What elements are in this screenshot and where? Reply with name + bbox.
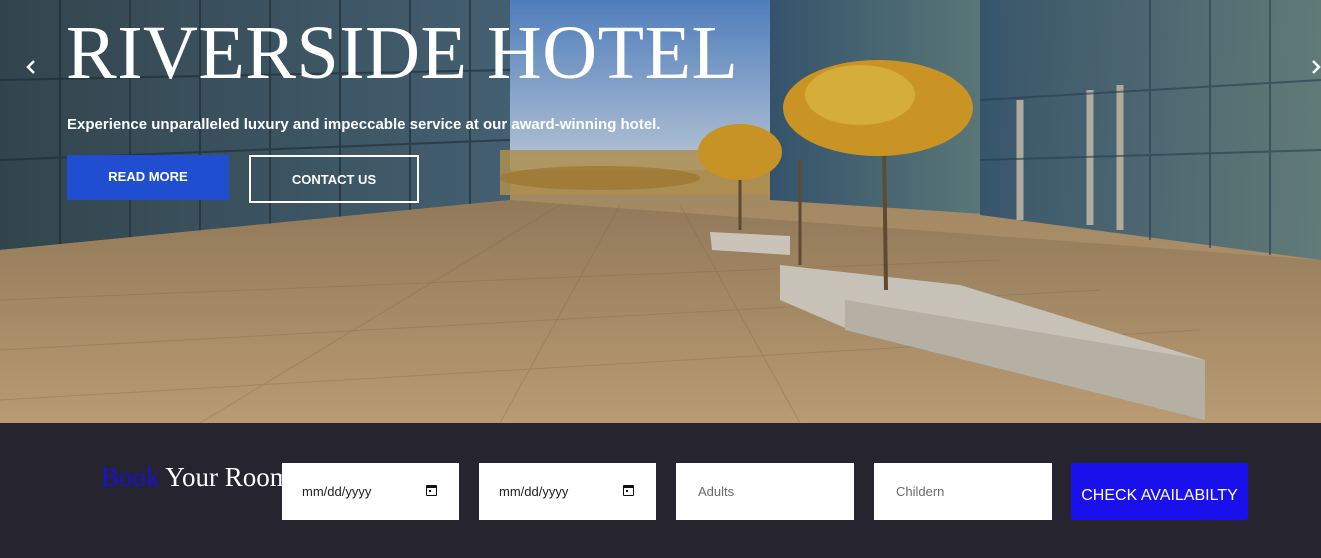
check-availability-button[interactable]: CHECK AVAILABILTY (1071, 463, 1248, 520)
calendar-icon[interactable] (426, 485, 437, 496)
hero-banner: RIVERSIDE HOTEL Experience unparalleled … (0, 0, 1321, 423)
read-more-button[interactable]: READ MORE (67, 155, 229, 200)
check-in-date-input[interactable]: mm/dd/yyyy (282, 463, 459, 520)
chevron-left-icon[interactable] (20, 56, 42, 78)
hero-title: RIVERSIDE HOTEL (66, 11, 739, 95)
booking-heading: Book Your Rooms (101, 461, 301, 493)
check-out-date-input[interactable]: mm/dd/yyyy (479, 463, 656, 520)
children-placeholder: Childern (896, 484, 945, 499)
children-input[interactable]: Childern (874, 463, 1052, 520)
booking-heading-rest: Your Rooms (165, 462, 302, 492)
booking-heading-accent: Book (101, 462, 160, 492)
adults-input[interactable]: Adults (676, 463, 854, 520)
contact-us-button[interactable]: CONTACT US (249, 155, 419, 203)
check-in-date-value: mm/dd/yyyy (302, 484, 372, 499)
check-out-date-value: mm/dd/yyyy (499, 484, 569, 499)
hero-subtitle: Experience unparalleled luxury and impec… (67, 116, 661, 133)
calendar-icon[interactable] (623, 485, 634, 496)
adults-placeholder: Adults (698, 484, 735, 499)
chevron-right-icon[interactable] (1310, 56, 1321, 78)
